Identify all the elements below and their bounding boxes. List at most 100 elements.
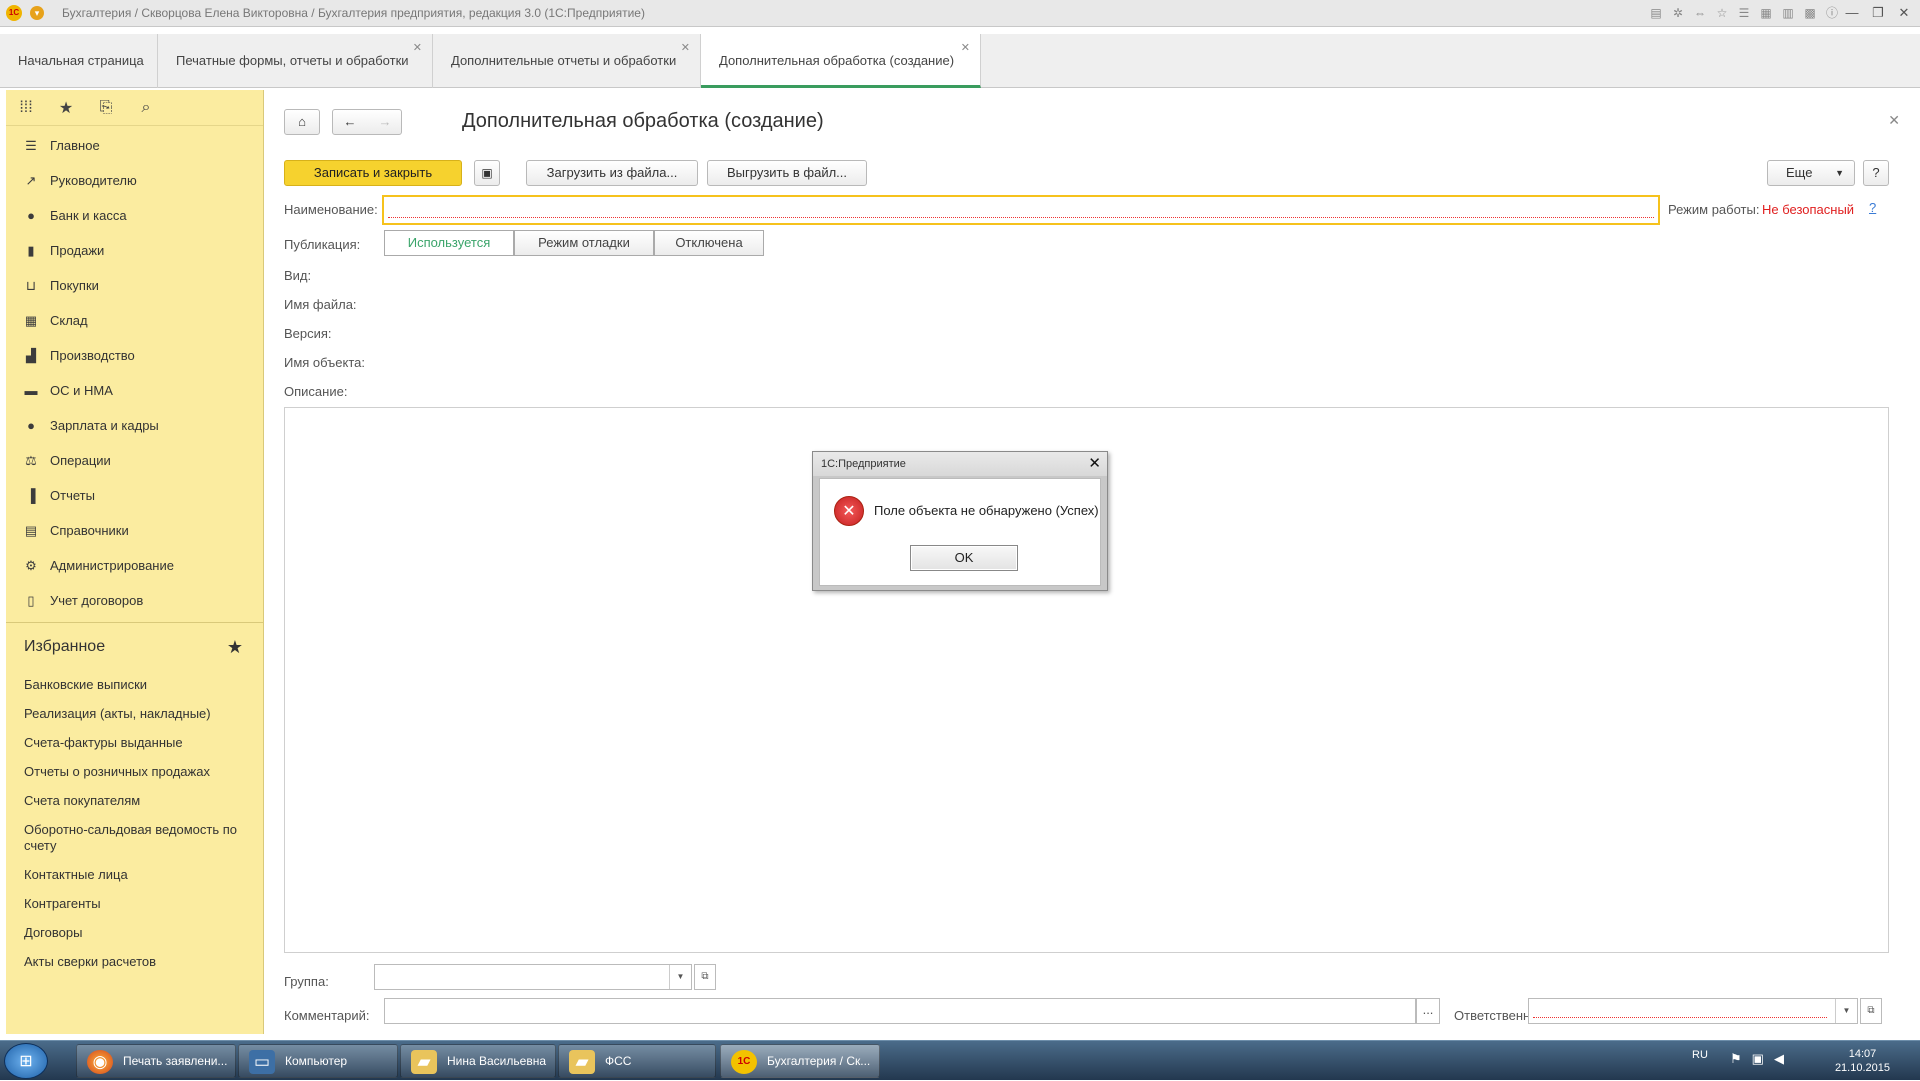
- sidebar-item[interactable]: ▟ Производство: [6, 338, 263, 373]
- window-title: Бухгалтерия / Скворцова Елена Викторовна…: [62, 6, 645, 20]
- group-input[interactable]: ▼: [374, 964, 692, 990]
- taskbar-item-computer[interactable]: ▭ Компьютер: [238, 1044, 398, 1078]
- cart-icon: ⊔: [25, 277, 37, 293]
- calculator-icon[interactable]: ▥: [1780, 4, 1796, 22]
- main-menu-button[interactable]: ▾: [30, 6, 44, 20]
- favorite-item[interactable]: Контактные лица: [6, 861, 263, 890]
- forward-arrow-icon[interactable]: →: [368, 110, 402, 134]
- start-button[interactable]: ⊞: [4, 1043, 48, 1079]
- publication-disabled-button[interactable]: Отключена: [654, 230, 764, 256]
- calendar-icon[interactable]: ▦: [1758, 4, 1774, 22]
- favorite-item[interactable]: Отчеты о розничных продажах: [6, 758, 263, 787]
- calendar-grid-icon[interactable]: ▩: [1802, 4, 1818, 22]
- sidebar-item[interactable]: ↗ Руководителю: [6, 163, 263, 198]
- star-icon[interactable]: ★: [227, 637, 243, 658]
- favorite-item[interactable]: Оборотно-сальдовая ведомость по счету: [6, 816, 263, 861]
- restore-icon[interactable]: ❐: [1870, 4, 1886, 22]
- chevron-down-icon[interactable]: ▼: [1835, 999, 1857, 1023]
- more-button[interactable]: Еще ▼: [1767, 160, 1855, 186]
- dialog-close-icon[interactable]: ✕: [1088, 454, 1101, 472]
- sidebar-item[interactable]: ▯ Учет договоров: [6, 583, 263, 618]
- apps-grid-icon[interactable]: ⁞⁞⁞: [16, 99, 36, 117]
- tray-icons: ⚑ ▣ ◀: [1730, 1051, 1784, 1067]
- sidebar-item[interactable]: ▬ ОС и НМА: [6, 373, 263, 408]
- search-icon[interactable]: ⌕: [136, 99, 156, 117]
- filename-label: Имя файла:: [284, 297, 357, 312]
- trend-icon: ↗: [25, 172, 37, 188]
- responsible-input[interactable]: ▼: [1528, 998, 1858, 1024]
- comment-expand-button[interactable]: ...: [1416, 998, 1440, 1024]
- history-icon[interactable]: ⎘: [96, 99, 116, 117]
- form-close-icon[interactable]: ✕: [1888, 112, 1900, 129]
- tab-additional-processing[interactable]: Дополнительная обработка (создание) ✕: [701, 34, 981, 88]
- sidebar-item-label: Банк и касса: [50, 208, 127, 223]
- star-icon[interactable]: ★: [56, 98, 76, 118]
- sidebar-item-label: Склад: [50, 313, 88, 328]
- sidebar-item-label: Операции: [50, 453, 111, 468]
- sidebar-item[interactable]: ☰ Главное: [6, 128, 263, 163]
- save-and-close-button[interactable]: Записать и закрыть: [284, 160, 462, 186]
- publication-debug-button[interactable]: Режим отладки: [514, 230, 654, 256]
- group-open-button[interactable]: ⧉: [694, 964, 716, 990]
- app-logo-icon[interactable]: 1С: [6, 5, 22, 21]
- home-button[interactable]: ⌂: [284, 109, 320, 135]
- mode-value[interactable]: Не безопасный: [1762, 202, 1854, 217]
- list-icon[interactable]: ☰: [1736, 4, 1752, 22]
- save-button[interactable]: ▣: [474, 160, 500, 186]
- help-button[interactable]: ?: [1863, 160, 1889, 186]
- publication-used-button[interactable]: Используется: [384, 230, 514, 256]
- tab-label: Печатные формы, отчеты и обработки: [176, 53, 409, 68]
- taskbar-item-folder-nina[interactable]: ▰ Нина Васильевна: [400, 1044, 556, 1078]
- favorites-add-icon[interactable]: ✲: [1670, 4, 1686, 22]
- link-icon[interactable]: ⇔: [1692, 4, 1708, 22]
- chevron-down-icon[interactable]: ▼: [669, 965, 691, 989]
- sidebar-item[interactable]: ⚖ Операции: [6, 443, 263, 478]
- favorite-item[interactable]: Банковские выписки: [6, 671, 263, 700]
- load-from-file-button[interactable]: Загрузить из файла...: [526, 160, 698, 186]
- sidebar-item-label: Руководителю: [50, 173, 137, 188]
- tab-close-icon[interactable]: ✕: [681, 42, 690, 54]
- name-input[interactable]: [382, 195, 1660, 225]
- close-icon[interactable]: ✕: [1896, 4, 1912, 22]
- ok-button[interactable]: OK: [910, 545, 1018, 571]
- favorite-item[interactable]: Счета-фактуры выданные: [6, 729, 263, 758]
- comment-input[interactable]: [384, 998, 1416, 1024]
- unload-to-file-button[interactable]: Выгрузить в файл...: [707, 160, 867, 186]
- tab-close-icon[interactable]: ✕: [961, 42, 970, 54]
- tab-bar: Начальная страница Печатные формы, отчет…: [0, 34, 1920, 88]
- network-icon[interactable]: ▣: [1752, 1051, 1764, 1067]
- sidebar-item-label: Покупки: [50, 278, 99, 293]
- favorite-item[interactable]: Счета покупателям: [6, 787, 263, 816]
- flag-icon[interactable]: ⚑: [1730, 1051, 1742, 1067]
- sidebar-item[interactable]: ● Зарплата и кадры: [6, 408, 263, 443]
- favorite-item[interactable]: Договоры: [6, 919, 263, 948]
- sidebar-item[interactable]: ⊔ Покупки: [6, 268, 263, 303]
- history-icon[interactable]: ▤: [1648, 4, 1664, 22]
- taskbar-item-firefox[interactable]: ◉ Печать заявлени...: [76, 1044, 236, 1078]
- info-icon[interactable]: ⓘ: [1824, 4, 1840, 22]
- responsible-open-button[interactable]: ⧉: [1860, 998, 1882, 1024]
- mode-help-link[interactable]: ?: [1869, 200, 1876, 215]
- tab-close-icon[interactable]: ✕: [413, 42, 422, 54]
- star-icon[interactable]: ☆: [1714, 4, 1730, 22]
- sidebar-item[interactable]: ▮ Продажи: [6, 233, 263, 268]
- tab-print-forms[interactable]: Печатные формы, отчеты и обработки ✕: [158, 34, 433, 88]
- favorite-item[interactable]: Акты сверки расчетов: [6, 948, 263, 977]
- tab-additional-reports[interactable]: Дополнительные отчеты и обработки ✕: [433, 34, 701, 88]
- favorite-item[interactable]: Реализация (акты, накладные): [6, 700, 263, 729]
- sidebar-item[interactable]: ▐ Отчеты: [6, 478, 263, 513]
- tab-home[interactable]: Начальная страница: [0, 34, 158, 88]
- language-indicator[interactable]: RU: [1692, 1049, 1708, 1061]
- floppy-disk-icon: ▣: [481, 166, 493, 180]
- taskbar-label: Бухгалтерия / Ск...: [767, 1054, 871, 1068]
- taskbar-item-1c[interactable]: 1С Бухгалтерия / Ск...: [720, 1044, 880, 1078]
- sidebar-item[interactable]: ⚙ Администрирование: [6, 548, 263, 583]
- minimize-icon[interactable]: —: [1844, 4, 1860, 22]
- sidebar-item[interactable]: ▤ Справочники: [6, 513, 263, 548]
- sidebar-item[interactable]: ▦ Склад: [6, 303, 263, 338]
- favorite-item[interactable]: Контрагенты: [6, 890, 263, 919]
- clock[interactable]: 14:07 21.10.2015: [1835, 1047, 1890, 1075]
- sidebar-item[interactable]: ● Банк и касса: [6, 198, 263, 233]
- taskbar-item-folder-fss[interactable]: ▰ ФСС: [558, 1044, 716, 1078]
- volume-icon[interactable]: ◀: [1774, 1051, 1784, 1067]
